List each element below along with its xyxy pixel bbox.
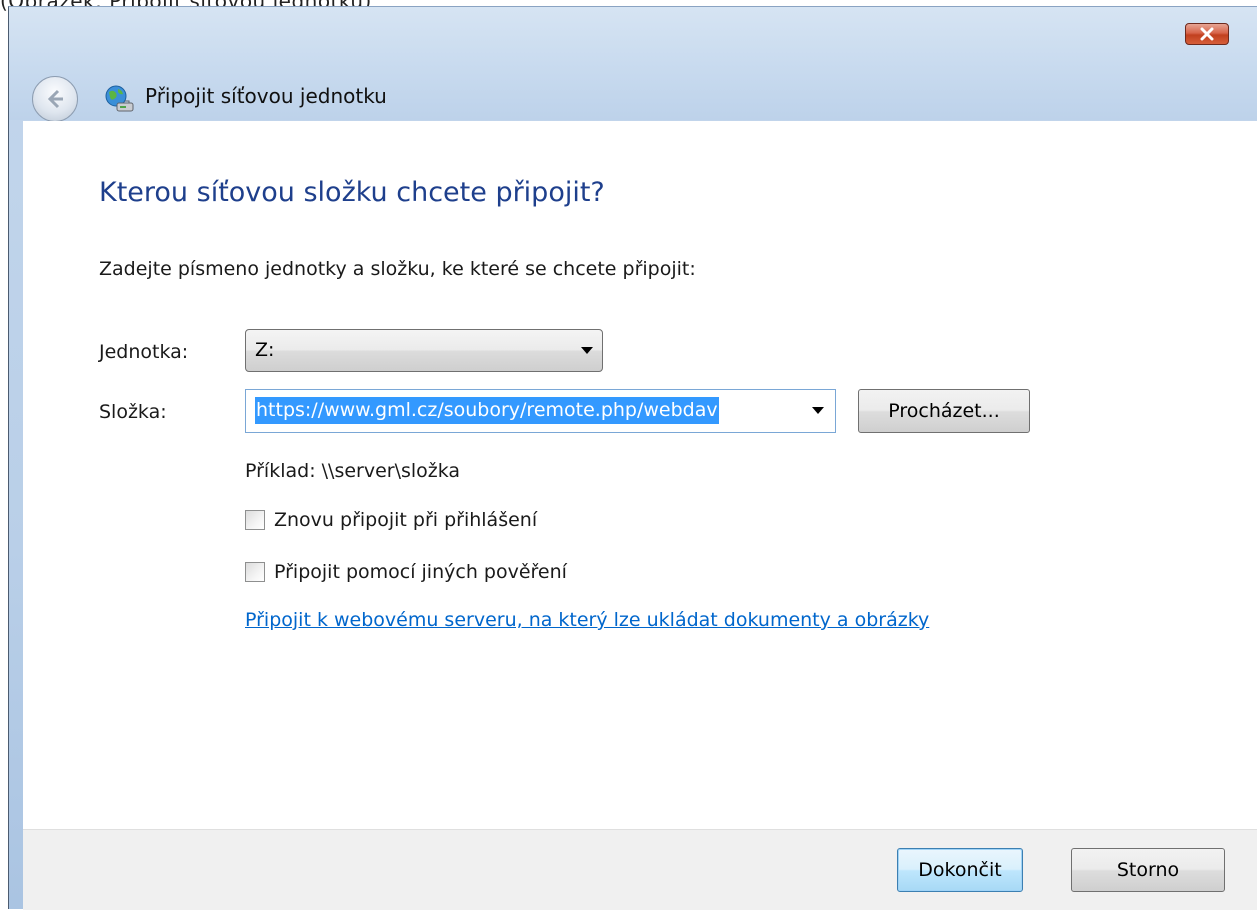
finish-button[interactable]: Dokončit: [897, 848, 1023, 892]
network-drive-icon: [105, 85, 134, 112]
chevron-down-icon[interactable]: [812, 407, 824, 414]
credentials-label[interactable]: Připojit pomocí jiných pověření: [274, 561, 567, 583]
web-server-link[interactable]: Připojit k webovému serveru, na který lz…: [245, 609, 929, 631]
folder-input[interactable]: https://www.gml.cz/soubory/remote.php/we…: [245, 389, 836, 433]
reconnect-checkbox[interactable]: [245, 510, 265, 530]
instruction-text: Zadejte písmeno jednotky a složku, ke kt…: [99, 258, 696, 280]
dialog-footer: Dokončit Storno: [23, 829, 1257, 910]
dialog-content: Kterou síťovou složku chcete připojit? Z…: [23, 121, 1257, 829]
drive-label: Jednotka:: [99, 341, 189, 363]
close-icon: [1200, 27, 1214, 41]
page-heading: Kterou síťovou složku chcete připojit?: [99, 177, 605, 208]
folder-path-value: https://www.gml.cz/soubory/remote.php/we…: [255, 397, 719, 424]
window-title: Připojit síťovou jednotku: [145, 84, 387, 108]
drive-letter-value: Z:: [255, 339, 275, 361]
title-bar: Připojit síťovou jednotku: [9, 7, 1257, 122]
drive-letter-select[interactable]: Z:: [245, 329, 603, 372]
credentials-option[interactable]: Připojit pomocí jiných pověření: [245, 559, 567, 585]
browse-button[interactable]: Procházet...: [858, 389, 1030, 433]
reconnect-label[interactable]: Znovu připojit při přihlášení: [274, 509, 537, 531]
dialog-window: Připojit síťovou jednotku Kterou síťovou…: [8, 6, 1257, 910]
reconnect-option[interactable]: Znovu připojit při přihlášení: [245, 507, 537, 533]
cancel-button[interactable]: Storno: [1071, 848, 1225, 892]
close-button[interactable]: [1185, 23, 1229, 45]
back-button[interactable]: [32, 76, 78, 122]
chevron-down-icon: [581, 347, 593, 354]
credentials-checkbox[interactable]: [245, 562, 265, 582]
folder-label: Složka:: [99, 401, 167, 423]
example-text: Příklad: \\server\složka: [245, 460, 461, 482]
back-arrow-icon: [47, 89, 63, 109]
